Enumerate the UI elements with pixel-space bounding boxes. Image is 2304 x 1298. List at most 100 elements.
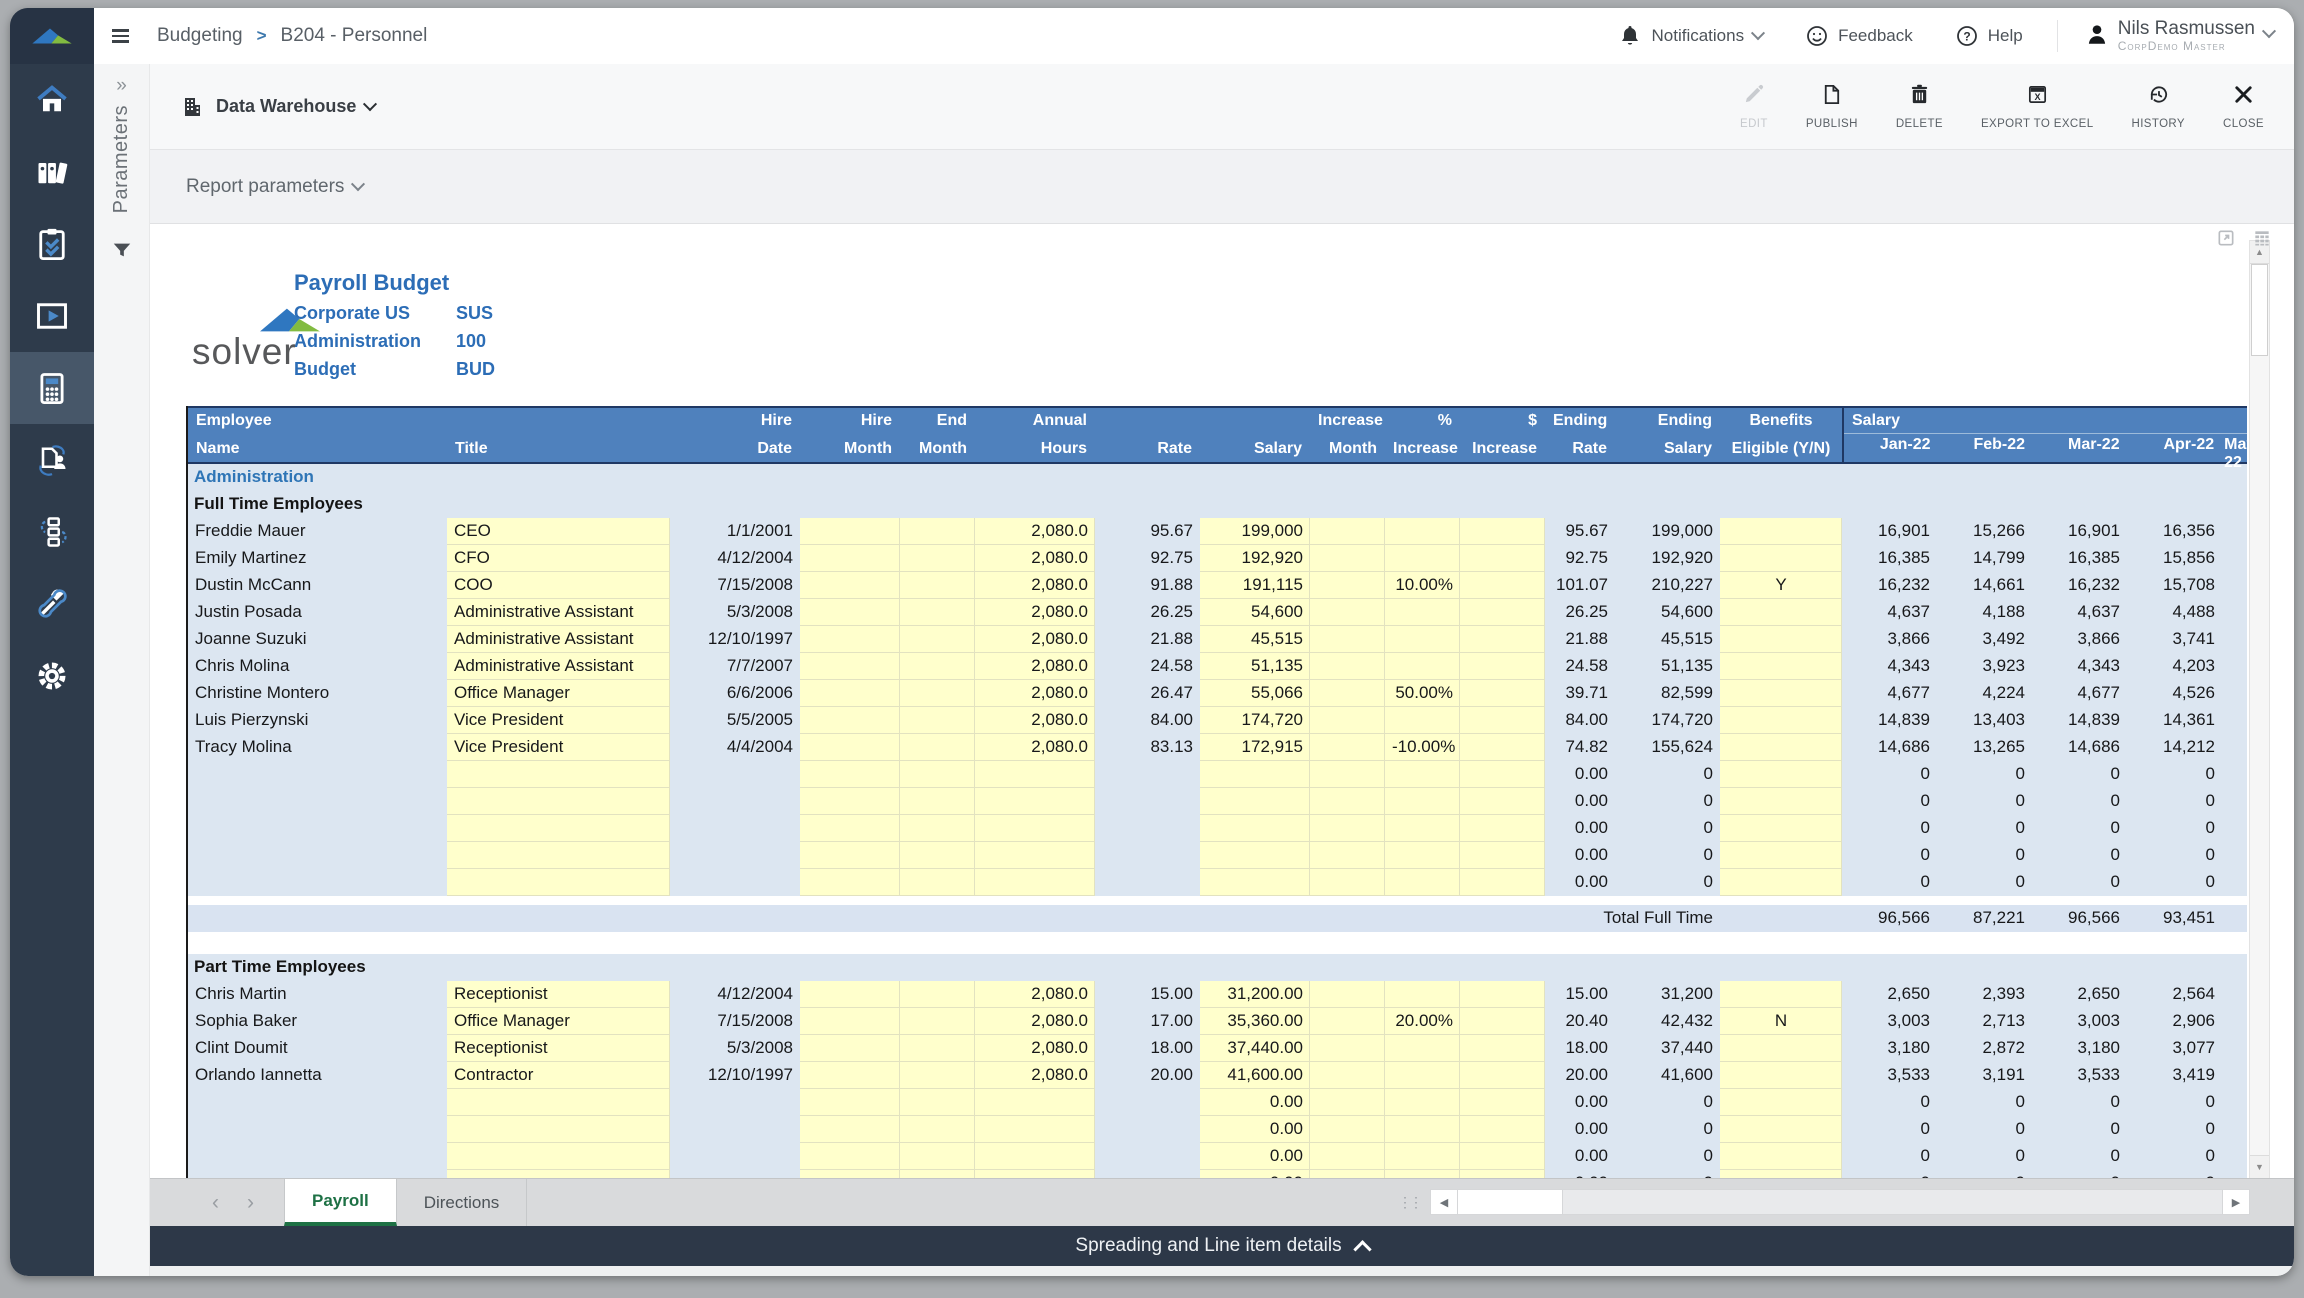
parameters-panel-label[interactable]: Parameters — [110, 105, 133, 213]
cell-benefits[interactable] — [1720, 1089, 1842, 1116]
cell-end_month[interactable] — [900, 518, 975, 545]
close-button[interactable]: CLOSE — [2223, 83, 2264, 130]
cell-annual_hours[interactable]: 2,080.0 — [975, 734, 1095, 761]
cell-title[interactable]: Vice President — [447, 707, 670, 734]
cell-annual_hours[interactable] — [975, 761, 1095, 788]
cell-benefits[interactable] — [1720, 981, 1842, 1008]
history-button[interactable]: HISTORY — [2132, 83, 2186, 130]
publish-button[interactable]: PUBLISH — [1806, 83, 1858, 130]
breadcrumb-section[interactable]: Budgeting — [157, 25, 243, 47]
delete-button[interactable]: DELETE — [1896, 83, 1943, 130]
cell-end_month[interactable] — [900, 626, 975, 653]
cell-end_month[interactable] — [900, 707, 975, 734]
cell-pct_increase[interactable] — [1385, 653, 1460, 680]
cell-dollar_increase[interactable] — [1460, 869, 1545, 896]
cell-annual_hours[interactable]: 2,080.0 — [975, 1035, 1095, 1062]
cell-salary[interactable] — [1200, 842, 1310, 869]
sidebar-item-library[interactable] — [10, 136, 94, 208]
cell-hire_month[interactable] — [800, 1008, 900, 1035]
cell-pct_increase[interactable] — [1385, 981, 1460, 1008]
cell-dollar_increase[interactable] — [1460, 1116, 1545, 1143]
cell-benefits[interactable] — [1720, 788, 1842, 815]
cell-salary[interactable]: 31,200.00 — [1200, 981, 1310, 1008]
cell-annual_hours[interactable] — [975, 815, 1095, 842]
cell-annual_hours[interactable] — [975, 1089, 1095, 1116]
cell-end_month[interactable] — [900, 545, 975, 572]
cell-title[interactable]: Receptionist — [447, 1035, 670, 1062]
cell-title[interactable]: Office Manager — [447, 1008, 670, 1035]
cell-annual_hours[interactable]: 2,080.0 — [975, 545, 1095, 572]
cell-increase_month[interactable] — [1310, 734, 1385, 761]
cell-end_month[interactable] — [900, 1089, 975, 1116]
cell-title[interactable]: Office Manager — [447, 680, 670, 707]
cell-title[interactable] — [447, 1116, 670, 1143]
cell-title[interactable]: Administrative Assistant — [447, 653, 670, 680]
cell-annual_hours[interactable]: 2,080.0 — [975, 599, 1095, 626]
filter-icon[interactable] — [111, 239, 133, 266]
cell-salary[interactable]: 55,066 — [1200, 680, 1310, 707]
cell-hire_month[interactable] — [800, 653, 900, 680]
sidebar-item-home[interactable] — [10, 64, 94, 136]
cell-increase_month[interactable] — [1310, 653, 1385, 680]
cell-increase_month[interactable] — [1310, 680, 1385, 707]
cell-salary[interactable]: 0.00 — [1200, 1116, 1310, 1143]
cell-pct_increase[interactable] — [1385, 761, 1460, 788]
cell-benefits[interactable] — [1720, 518, 1842, 545]
scrollbar-drag-handle[interactable]: ⋮⋮ — [1398, 1194, 1423, 1211]
cell-increase_month[interactable] — [1310, 572, 1385, 599]
cell-dollar_increase[interactable] — [1460, 761, 1545, 788]
cell-title[interactable]: Vice President — [447, 734, 670, 761]
cell-increase_month[interactable] — [1310, 1116, 1385, 1143]
cell-dollar_increase[interactable] — [1460, 1089, 1545, 1116]
cell-dollar_increase[interactable] — [1460, 1143, 1545, 1170]
cell-annual_hours[interactable]: 2,080.0 — [975, 1062, 1095, 1089]
cell-hire_month[interactable] — [800, 572, 900, 599]
cell-pct_increase[interactable] — [1385, 869, 1460, 896]
cell-annual_hours[interactable]: 2,080.0 — [975, 653, 1095, 680]
cell-dollar_increase[interactable] — [1460, 1062, 1545, 1089]
scroll-left-button[interactable]: ◀ — [1431, 1190, 1458, 1214]
cell-benefits[interactable] — [1720, 761, 1842, 788]
cell-hire_month[interactable] — [800, 869, 900, 896]
cell-hire_month[interactable] — [800, 545, 900, 572]
cell-increase_month[interactable] — [1310, 761, 1385, 788]
cell-pct_increase[interactable]: 20.00% — [1385, 1008, 1460, 1035]
cell-benefits[interactable] — [1720, 680, 1842, 707]
cell-increase_month[interactable] — [1310, 1089, 1385, 1116]
cell-increase_month[interactable] — [1310, 842, 1385, 869]
cell-pct_increase[interactable] — [1385, 1116, 1460, 1143]
cell-hire_month[interactable] — [800, 788, 900, 815]
cell-dollar_increase[interactable] — [1460, 680, 1545, 707]
cell-hire_month[interactable] — [800, 599, 900, 626]
cell-dollar_increase[interactable] — [1460, 599, 1545, 626]
cell-dollar_increase[interactable] — [1460, 815, 1545, 842]
cell-title[interactable]: COO — [447, 572, 670, 599]
cell-title[interactable] — [447, 1143, 670, 1170]
cell-benefits[interactable] — [1720, 842, 1842, 869]
report-parameters-bar[interactable]: Report parameters — [150, 150, 2294, 224]
horizontal-scrollbar-thumb[interactable] — [1458, 1190, 1563, 1214]
cell-salary[interactable]: 54,600 — [1200, 599, 1310, 626]
cell-increase_month[interactable] — [1310, 707, 1385, 734]
cell-hire_month[interactable] — [800, 761, 900, 788]
cell-pct_increase[interactable] — [1385, 518, 1460, 545]
prev-sheet-arrow[interactable]: ‹ — [212, 1191, 219, 1215]
cell-benefits[interactable]: N — [1720, 1008, 1842, 1035]
cell-salary[interactable] — [1200, 761, 1310, 788]
horizontal-scrollbar[interactable]: ⋮⋮ ◀ ▶ — [1398, 1187, 2250, 1217]
cell-increase_month[interactable] — [1310, 1035, 1385, 1062]
cell-benefits[interactable] — [1720, 707, 1842, 734]
cell-end_month[interactable] — [900, 572, 975, 599]
cell-end_month[interactable] — [900, 815, 975, 842]
cell-increase_month[interactable] — [1310, 1143, 1385, 1170]
cell-end_month[interactable] — [900, 599, 975, 626]
cell-salary[interactable]: 51,135 — [1200, 653, 1310, 680]
sidebar-item-collaboration[interactable] — [10, 424, 94, 496]
cell-dollar_increase[interactable] — [1460, 734, 1545, 761]
data-source-dropdown[interactable]: Data Warehouse — [180, 95, 378, 119]
cell-title[interactable] — [447, 815, 670, 842]
cell-annual_hours[interactable] — [975, 1116, 1095, 1143]
cell-title[interactable]: Administrative Assistant — [447, 626, 670, 653]
sidebar-item-reports[interactable] — [10, 280, 94, 352]
cell-annual_hours[interactable] — [975, 842, 1095, 869]
